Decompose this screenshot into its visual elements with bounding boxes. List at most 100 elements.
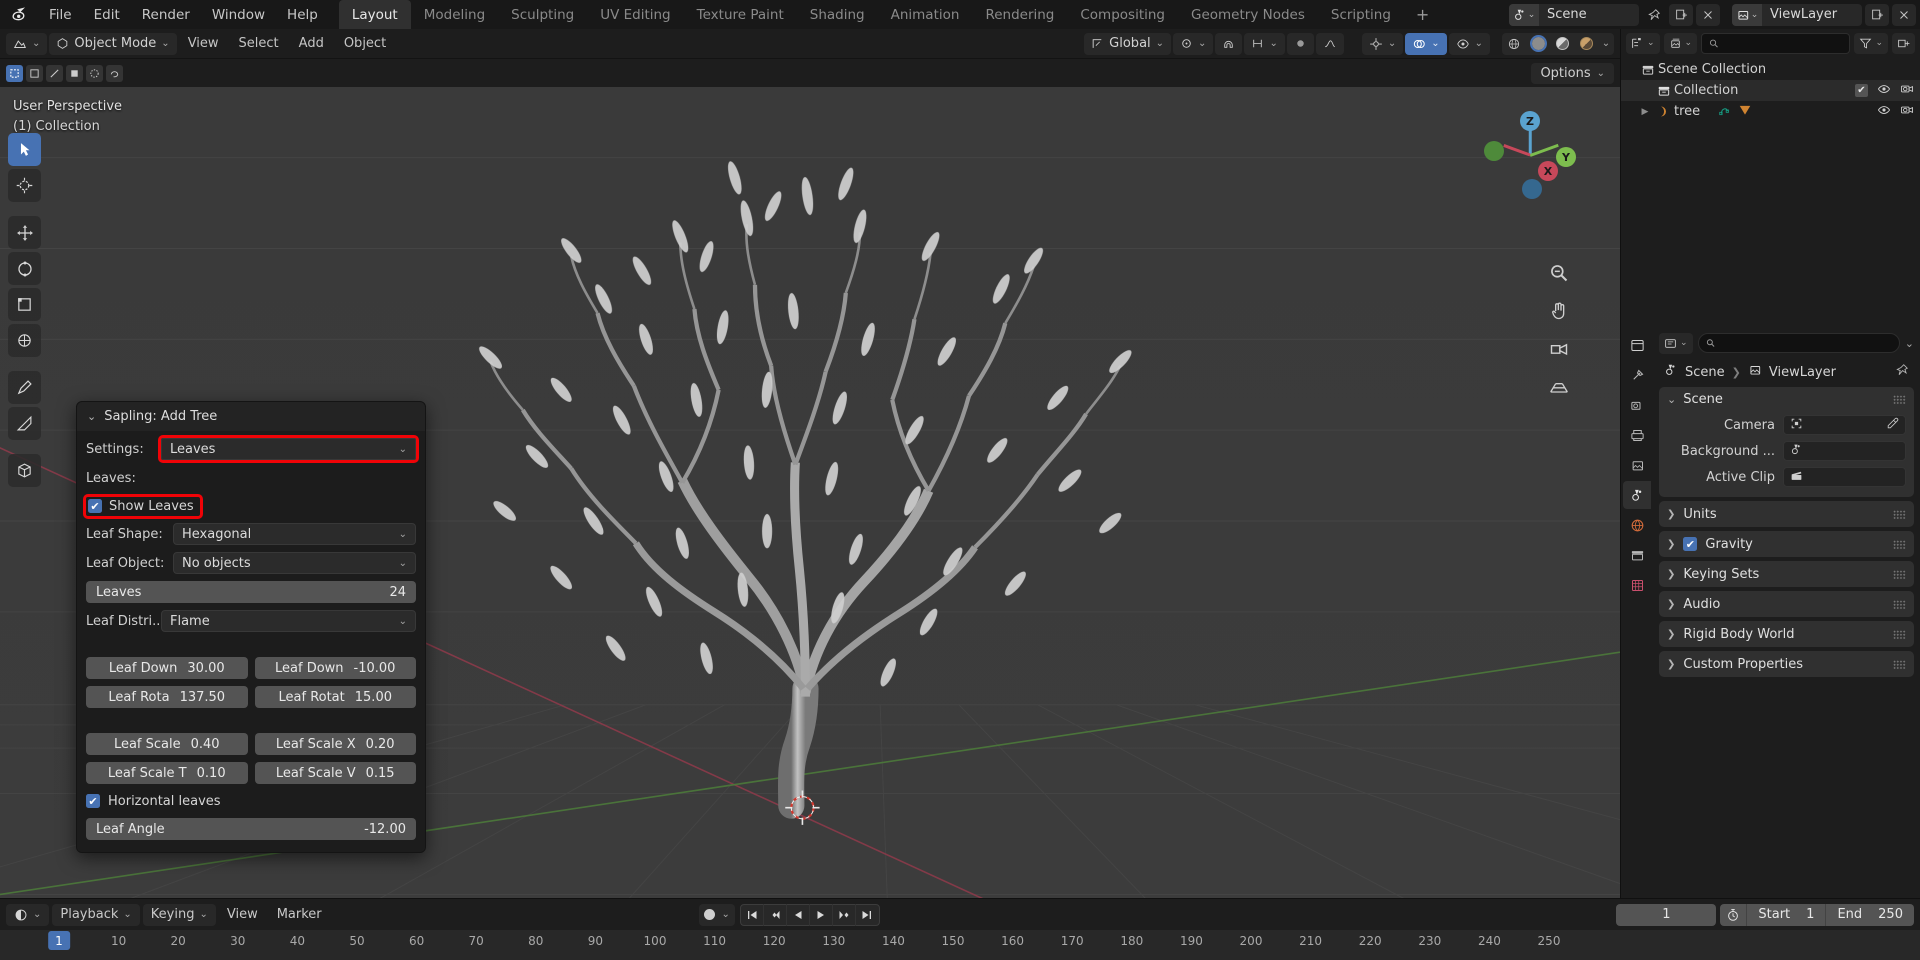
material-preview-shading-icon[interactable] xyxy=(1550,33,1574,55)
gizmo-axis-x[interactable]: X xyxy=(1538,161,1558,181)
tool-transform-icon[interactable] xyxy=(8,324,41,357)
leaf-down-angle-v-field[interactable]: Leaf Down -10.00 xyxy=(254,657,416,679)
viewport-menu-select[interactable]: Select xyxy=(230,33,288,55)
tool-rotate-icon[interactable] xyxy=(8,252,41,285)
menu-edit[interactable]: Edit xyxy=(83,0,131,29)
tool-scale-icon[interactable] xyxy=(8,288,41,321)
gizmo-axis-y[interactable]: Y xyxy=(1556,147,1576,167)
panel-collapse-chevron-down-icon[interactable]: ⌄ xyxy=(87,410,96,423)
active-clip-field[interactable] xyxy=(1783,467,1906,487)
proportional-editing-icon[interactable] xyxy=(1286,32,1314,55)
zoom-icon[interactable] xyxy=(1545,259,1572,286)
playhead[interactable]: 1 xyxy=(48,931,70,950)
leaf-shape-dropdown[interactable]: Hexagonal ⌄ xyxy=(173,523,416,545)
select-circle-tool-icon[interactable] xyxy=(86,64,103,82)
workspace-tab-compositing[interactable]: Compositing xyxy=(1067,0,1178,29)
properties-search-input[interactable] xyxy=(1719,336,1892,350)
jump-to-start-icon[interactable] xyxy=(741,903,764,926)
gizmo-axis-neg-y[interactable] xyxy=(1484,141,1504,161)
panel-units[interactable]: ❯ Units xyxy=(1659,501,1914,527)
panel-drag-grip[interactable] xyxy=(1893,395,1906,404)
tool-add-cube-icon[interactable] xyxy=(8,454,41,487)
workspace-tab-shading[interactable]: Shading xyxy=(797,0,878,29)
leaf-distribution-dropdown[interactable]: Flame ⌄ xyxy=(161,610,416,632)
panel-drag-grip[interactable] xyxy=(1893,509,1906,519)
timeline-menu-view[interactable]: View xyxy=(219,904,266,926)
tab-collection[interactable] xyxy=(1623,541,1651,569)
show-gizmo-toggle[interactable]: ⌄ xyxy=(1361,32,1404,55)
outliner-tree[interactable]: Scene Collection Collection ✔ ▶ tree xyxy=(1621,57,1920,329)
leaves-count-slider[interactable]: Leaves 24 xyxy=(86,581,416,603)
scene-panel-header[interactable]: ⌄ Scene xyxy=(1659,387,1914,412)
panel-gravity[interactable]: ❯ ✔ Gravity xyxy=(1659,531,1914,557)
gizmo-axis-z[interactable]: Z xyxy=(1520,111,1540,131)
chevron-right-icon[interactable]: ❯ xyxy=(1667,569,1675,580)
timer-icon[interactable] xyxy=(1720,908,1746,922)
panel-audio[interactable]: ❯ Audio xyxy=(1659,591,1914,617)
viewport-menu-object[interactable]: Object xyxy=(335,33,395,55)
properties-body[interactable]: ⌄ Scene Camera Background ... Active Cli… xyxy=(1653,387,1920,898)
tab-world[interactable] xyxy=(1623,511,1651,539)
eye-icon[interactable] xyxy=(1877,103,1891,121)
snap-magnet-icon[interactable] xyxy=(1215,32,1243,55)
leaf-scale-x-field[interactable]: Leaf Scale X 0.20 xyxy=(254,733,416,755)
tool-select-box-icon[interactable] xyxy=(8,133,41,166)
timeline-editor-type-selector[interactable]: ⌄ xyxy=(6,903,50,926)
tool-move-icon[interactable] xyxy=(8,216,41,249)
workspace-tab-animation[interactable]: Animation xyxy=(878,0,973,29)
breadcrumb-viewlayer[interactable]: ViewLayer xyxy=(1769,365,1836,380)
panel-keying-sets[interactable]: ❯ Keying Sets xyxy=(1659,561,1914,587)
menu-window[interactable]: Window xyxy=(201,0,276,29)
xray-toggle[interactable]: ⌄ xyxy=(1448,32,1490,55)
select-edge-tool-icon[interactable] xyxy=(46,64,63,82)
workspace-tab-uv-editing[interactable]: UV Editing xyxy=(587,0,683,29)
tab-tool[interactable] xyxy=(1623,361,1651,389)
leaf-scale-t-field[interactable]: Leaf Scale T 0.10 xyxy=(86,762,248,784)
chevron-right-icon[interactable]: ❯ xyxy=(1667,539,1675,550)
timeline-ruler[interactable]: 1 10 20 30 40 50 60 70 80 90 100 110 120 130 140 150 16… xyxy=(0,930,1920,960)
leaf-rotate-field[interactable]: Leaf Rota 137.50 xyxy=(86,686,248,708)
jump-to-end-icon[interactable] xyxy=(856,904,879,926)
select-box-tool-icon[interactable] xyxy=(6,64,23,82)
tab-output[interactable] xyxy=(1623,421,1651,449)
show-overlays-toggle[interactable]: ⌄ xyxy=(1405,32,1447,55)
workspace-tab-rendering[interactable]: Rendering xyxy=(972,0,1067,29)
background-scene-field[interactable] xyxy=(1783,441,1906,461)
panel-rigid-body-world[interactable]: ❯ Rigid Body World xyxy=(1659,621,1914,647)
pan-hand-icon[interactable] xyxy=(1545,297,1572,324)
next-keyframe-icon[interactable] xyxy=(833,903,856,926)
select-lasso-tool-icon[interactable] xyxy=(106,64,123,82)
object-mode-selector[interactable]: Object Mode ⌄ xyxy=(49,32,177,55)
timeline-menu-playback[interactable]: Playback ⌄ xyxy=(52,903,140,926)
tool-measure-icon[interactable] xyxy=(8,407,41,440)
outliner-new-collection-button[interactable] xyxy=(1892,32,1915,54)
select-vertex-tool-icon[interactable] xyxy=(26,64,43,82)
panel-drag-grip[interactable] xyxy=(1893,629,1906,639)
tab-scene[interactable] xyxy=(1623,481,1651,509)
leaf-angle-slider[interactable]: Leaf Angle -12.00 xyxy=(86,818,416,840)
workspace-tab-texture-paint[interactable]: Texture Paint xyxy=(684,0,797,29)
breadcrumb-scene[interactable]: Scene xyxy=(1685,365,1725,380)
horizontal-leaves-row[interactable]: ✔ Horizontal leaves xyxy=(86,789,416,813)
viewport-menu-add[interactable]: Add xyxy=(290,33,333,55)
play-reverse-icon[interactable] xyxy=(787,903,810,926)
navigation-gizmo[interactable]: Z Y X xyxy=(1484,109,1576,201)
wireframe-shading-icon[interactable] xyxy=(1502,33,1526,55)
select-face-tool-icon[interactable] xyxy=(66,64,83,82)
chevron-right-icon[interactable]: ❯ xyxy=(1667,659,1675,670)
solid-shading-icon[interactable] xyxy=(1526,33,1550,55)
leaf-object-dropdown[interactable]: No objects ⌄ xyxy=(173,552,416,574)
viewport-menu-view[interactable]: View xyxy=(179,33,228,55)
prev-keyframe-icon[interactable] xyxy=(764,903,787,926)
leaf-scale-field[interactable]: Leaf Scale 0.40 xyxy=(86,733,248,755)
new-viewlayer-icon[interactable] xyxy=(1865,3,1889,26)
chevron-right-icon[interactable]: ❯ xyxy=(1667,629,1675,640)
chevron-down-icon[interactable]: ⌄ xyxy=(721,909,729,920)
blender-logo-icon[interactable] xyxy=(0,0,38,29)
sapling-add-tree-panel[interactable]: ⌄ Sapling: Add Tree Settings: Leaves ⌄ L… xyxy=(76,401,426,853)
outliner-row-collection[interactable]: Collection ✔ xyxy=(1621,80,1920,101)
proportional-falloff-icon[interactable] xyxy=(1315,32,1344,55)
workspace-tab-scripting[interactable]: Scripting xyxy=(1318,0,1404,29)
horizontal-leaves-checkbox[interactable]: ✔ xyxy=(86,794,100,808)
properties-options-chevron-down-icon[interactable]: ⌄ xyxy=(1905,337,1914,350)
